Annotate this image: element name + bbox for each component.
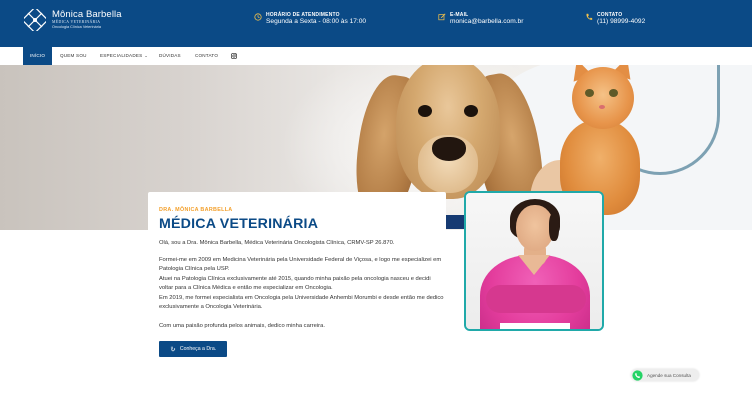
intro-paragraph-2: Formei-me em 2009 em Medicina Veterinári… <box>159 257 444 311</box>
whatsapp-icon <box>632 369 643 381</box>
meet-doctor-button[interactable]: Conheça a Dra. <box>159 341 227 357</box>
brand-tagline: Oncologia Clínica Veterinária <box>52 25 101 30</box>
contact-value[interactable]: (11) 98999-4092 <box>597 18 645 26</box>
nav-item-especialidades[interactable]: ESPECIALIDADES ⌄ <box>92 47 156 65</box>
edit-icon <box>438 13 446 21</box>
page-title: MÉDICA VETERINÁRIA <box>159 216 319 232</box>
whatsapp-label: Agende sua Consulta <box>647 372 691 378</box>
brand-name: Mônica Barbella <box>52 8 122 20</box>
email-value[interactable]: monica@barbella.com.br <box>450 18 523 26</box>
header-contact[interactable]: CONTATO (11) 98999-4092 <box>585 12 645 26</box>
intro-paragraph-1: Olá, sou a Dra. Mônica Barbella, Médica … <box>159 240 395 246</box>
main-nav: INÍCIO QUEM SOU ESPECIALIDADES ⌄ DÚVIDAS … <box>0 47 752 65</box>
portrait-crossed-arms <box>486 285 586 313</box>
dog-eye-right <box>464 105 478 117</box>
intro-eyebrow: DRA. MÔNICA BARBELLA <box>159 207 233 213</box>
chevron-down-icon: ⌄ <box>144 53 148 58</box>
top-header: Mônica Barbella MÉDICA VETERINÁRIA Oncol… <box>0 0 752 47</box>
cat-eye-right <box>609 89 618 97</box>
nav-item-quem-sou[interactable]: QUEM SOU <box>52 47 95 65</box>
dog-nose <box>432 137 466 161</box>
portrait-hair-side <box>549 213 559 241</box>
meet-doctor-label: Conheça a Dra. <box>179 346 217 352</box>
portrait-pants <box>500 323 570 329</box>
nav-item-contato[interactable]: CONTATO <box>187 47 226 65</box>
doctor-portrait <box>464 191 604 331</box>
phone-icon <box>586 13 593 20</box>
cat-nose <box>599 105 605 109</box>
cat-eye-left <box>585 89 594 97</box>
whatsapp-button[interactable]: Agende sua Consulta <box>631 369 699 381</box>
stethoscope-icon <box>170 346 175 352</box>
hours-value: Segunda a Sexta - 08:00 às 17:00 <box>266 18 367 25</box>
paw-cross-logo-icon <box>24 9 46 31</box>
intro-paragraph-3: Com uma paixão profunda pelos animais, d… <box>159 323 325 329</box>
instagram-icon[interactable] <box>231 53 237 59</box>
header-email[interactable]: E-MAIL monica@barbella.com.br <box>438 12 523 26</box>
brand-logo[interactable]: Mônica Barbella MÉDICA VETERINÁRIA Oncol… <box>24 7 122 33</box>
dog-eye-left <box>418 105 432 117</box>
nav-item-duvidas[interactable]: DÚVIDAS <box>151 47 189 65</box>
header-hours: HORÁRIO DE ATENDIMENTO Segunda a Sexta -… <box>254 12 366 26</box>
nav-item-especialidades-label: ESPECIALIDADES <box>100 53 143 58</box>
cat-image <box>572 67 634 129</box>
nav-item-inicio[interactable]: INÍCIO <box>23 47 52 65</box>
intro-card: DRA. MÔNICA BARBELLA MÉDICA VETERINÁRIA … <box>148 192 446 367</box>
clock-icon <box>254 13 262 21</box>
